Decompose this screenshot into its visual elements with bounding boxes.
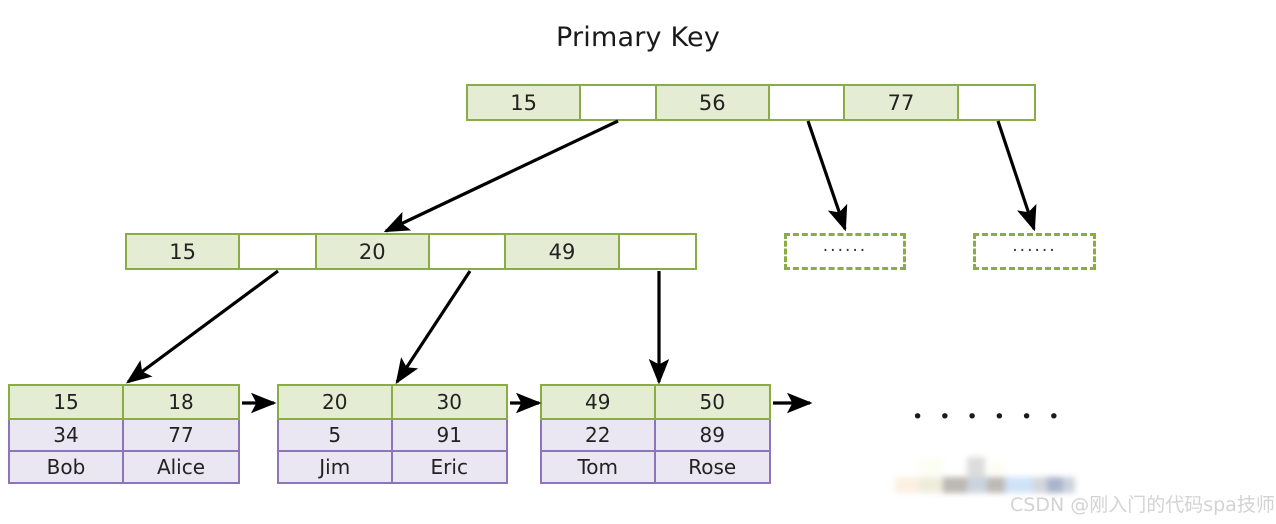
internal-cell-key-1[interactable]: 20	[316, 235, 430, 268]
leaf-node-2: 49 50 22 89 Tom Rose	[540, 384, 771, 484]
leaf-node-1: 20 30 5 91 Jim Eric	[277, 384, 508, 484]
leaf-2-value-0[interactable]: 22	[542, 420, 656, 450]
internal-cell-pointer-1[interactable]	[429, 235, 507, 268]
leaf-2-name-1[interactable]: Rose	[655, 452, 769, 482]
leaf-1-key-row: 20 30	[277, 384, 508, 420]
leaf-0-key-0[interactable]: 15	[10, 386, 124, 418]
leaf-2-key-0[interactable]: 49	[542, 386, 656, 418]
csdn-watermark: CSDN @刚入门的代码spa技师	[1010, 494, 1275, 516]
leaf-1-value-row: 5 91	[277, 420, 508, 452]
root-cell-pointer-1[interactable]	[769, 86, 846, 119]
root-cell-pointer-0[interactable]	[581, 86, 657, 119]
leaf-0-value-row: 34 77	[8, 420, 240, 452]
leaf-1-name-row: Jim Eric	[277, 452, 508, 484]
leaf-node-0: 15 18 34 77 Bob Alice	[8, 384, 240, 484]
leaf-2-value-row: 22 89	[540, 420, 771, 452]
leaf-0-name-0[interactable]: Bob	[10, 452, 124, 482]
leaf-chain-ellipsis: • • • • • •	[912, 406, 1065, 428]
placeholder-node-0: ······	[784, 233, 906, 270]
internal-cell-pointer-2[interactable]	[619, 235, 695, 268]
placeholder-dots-0: ······	[822, 241, 868, 261]
arrow-internal-to-leaf-1	[395, 270, 472, 385]
arrow-root-to-internal	[383, 119, 619, 233]
internal-cell-key-2[interactable]: 49	[506, 235, 620, 268]
leaf-1-value-1[interactable]: 91	[392, 420, 506, 450]
leaf-1-name-1[interactable]: Eric	[392, 452, 506, 482]
leaf-1-key-0[interactable]: 20	[279, 386, 393, 418]
arrow-root-to-placeholder-1	[996, 120, 1037, 232]
arrow-root-to-placeholder-0	[806, 120, 848, 232]
leaf-2-key-1[interactable]: 50	[655, 386, 769, 418]
leaf-1-value-0[interactable]: 5	[279, 420, 393, 450]
root-cell-pointer-2[interactable]	[958, 86, 1034, 119]
leaf-0-name-row: Bob Alice	[8, 452, 240, 484]
internal-index-node: 15 20 49	[125, 233, 697, 270]
leaf-0-key-1[interactable]: 18	[124, 386, 238, 418]
placeholder-dots-1: ······	[1012, 241, 1057, 261]
leaf-0-value-1[interactable]: 77	[124, 420, 238, 450]
root-cell-key-2[interactable]: 77	[845, 86, 959, 119]
leaf-0-key-row: 15 18	[8, 384, 240, 420]
root-index-node: 15 56 77	[466, 84, 1036, 121]
leaf-0-value-0[interactable]: 34	[10, 420, 124, 450]
leaf-2-name-row: Tom Rose	[540, 452, 771, 484]
pixelation-artifact	[895, 455, 1075, 495]
root-cell-key-1[interactable]: 56	[656, 86, 770, 119]
internal-cell-pointer-0[interactable]	[240, 235, 317, 268]
root-cell-key-0[interactable]: 15	[468, 86, 582, 119]
leaf-1-key-1[interactable]: 30	[392, 386, 506, 418]
internal-cell-key-0[interactable]: 15	[127, 235, 241, 268]
placeholder-node-1: ······	[973, 233, 1096, 270]
leaf-0-name-1[interactable]: Alice	[124, 452, 238, 482]
leaf-1-name-0[interactable]: Jim	[279, 452, 393, 482]
leaf-2-key-row: 49 50	[540, 384, 771, 420]
bplus-tree-diagram: Primary Key 15 56 77 15 20 49 ······ ···…	[0, 0, 1276, 524]
leaf-2-name-0[interactable]: Tom	[542, 452, 656, 482]
arrow-internal-to-leaf-0	[125, 269, 279, 384]
leaf-2-value-1[interactable]: 89	[655, 420, 769, 450]
page-title: Primary Key	[555, 22, 721, 53]
